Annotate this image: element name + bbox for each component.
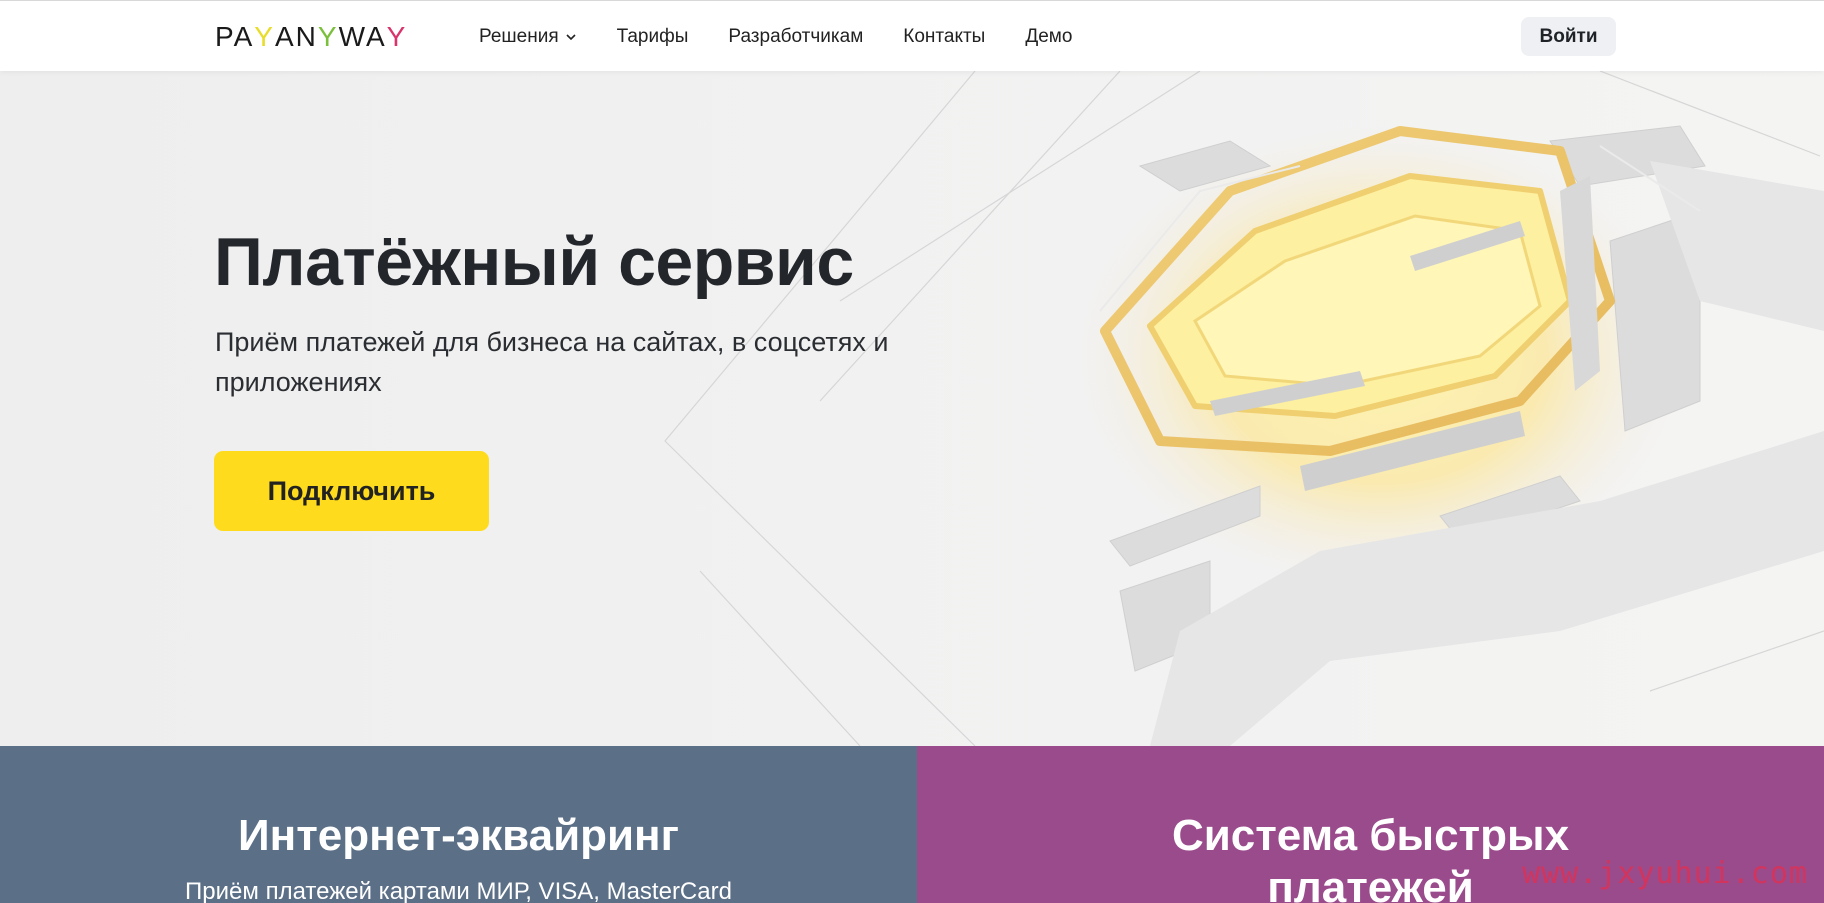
nav-item-contacts[interactable]: Контакты xyxy=(903,25,985,49)
nav-item-label: Тарифы xyxy=(616,26,689,47)
main-nav: Решения Тарифы Разработчикам Контакты Де… xyxy=(479,25,1112,49)
logo-part: Y xyxy=(386,21,408,52)
nav-item-label: Разработчикам xyxy=(728,26,864,47)
nav-item-demo[interactable]: Демо xyxy=(1025,25,1072,49)
panel-description: Приём платежей картами МИР, VISA, Master… xyxy=(185,878,732,903)
hero-subtitle: Приём платежей для бизнеса на сайтах, в … xyxy=(215,327,889,397)
nav-item-developers[interactable]: Разработчикам xyxy=(728,25,863,49)
hero-illustration xyxy=(664,71,1824,746)
logo-part: Y xyxy=(317,21,339,52)
nav-item-tariffs[interactable]: Тарифы xyxy=(617,25,689,49)
logo-part: PA xyxy=(215,21,255,52)
connect-button[interactable]: Подключить xyxy=(214,451,489,531)
nav-item-label: Контакты xyxy=(903,26,986,47)
nav-item-label: Решения xyxy=(479,26,559,47)
login-button[interactable]: Войти xyxy=(1521,17,1616,56)
nav-item-label: Демо xyxy=(1025,26,1073,47)
chevron-down-icon xyxy=(566,34,576,41)
panel-title: Интернет-эквайринг xyxy=(238,811,679,860)
top-header: PA Y AN Y WA Y Решения Тарифы Разработчикам К… xyxy=(0,0,1824,71)
watermark-text: www.jxyuhui.com xyxy=(1522,856,1808,891)
hero-title: Платёжный сервис xyxy=(214,224,854,300)
panel-internet-acquiring[interactable]: Интернет-эквайринг Приём платежей картам… xyxy=(0,746,917,903)
payanyway-logo[interactable]: PA Y AN Y WA Y xyxy=(215,22,407,52)
hero-section: Платёжный сервис Приём платежей для бизн… xyxy=(0,71,1824,746)
nav-item-solutions[interactable]: Решения xyxy=(479,25,577,49)
logo-part: WA xyxy=(338,21,387,52)
logo-part: AN xyxy=(274,21,318,52)
logo-part: Y xyxy=(254,21,275,52)
